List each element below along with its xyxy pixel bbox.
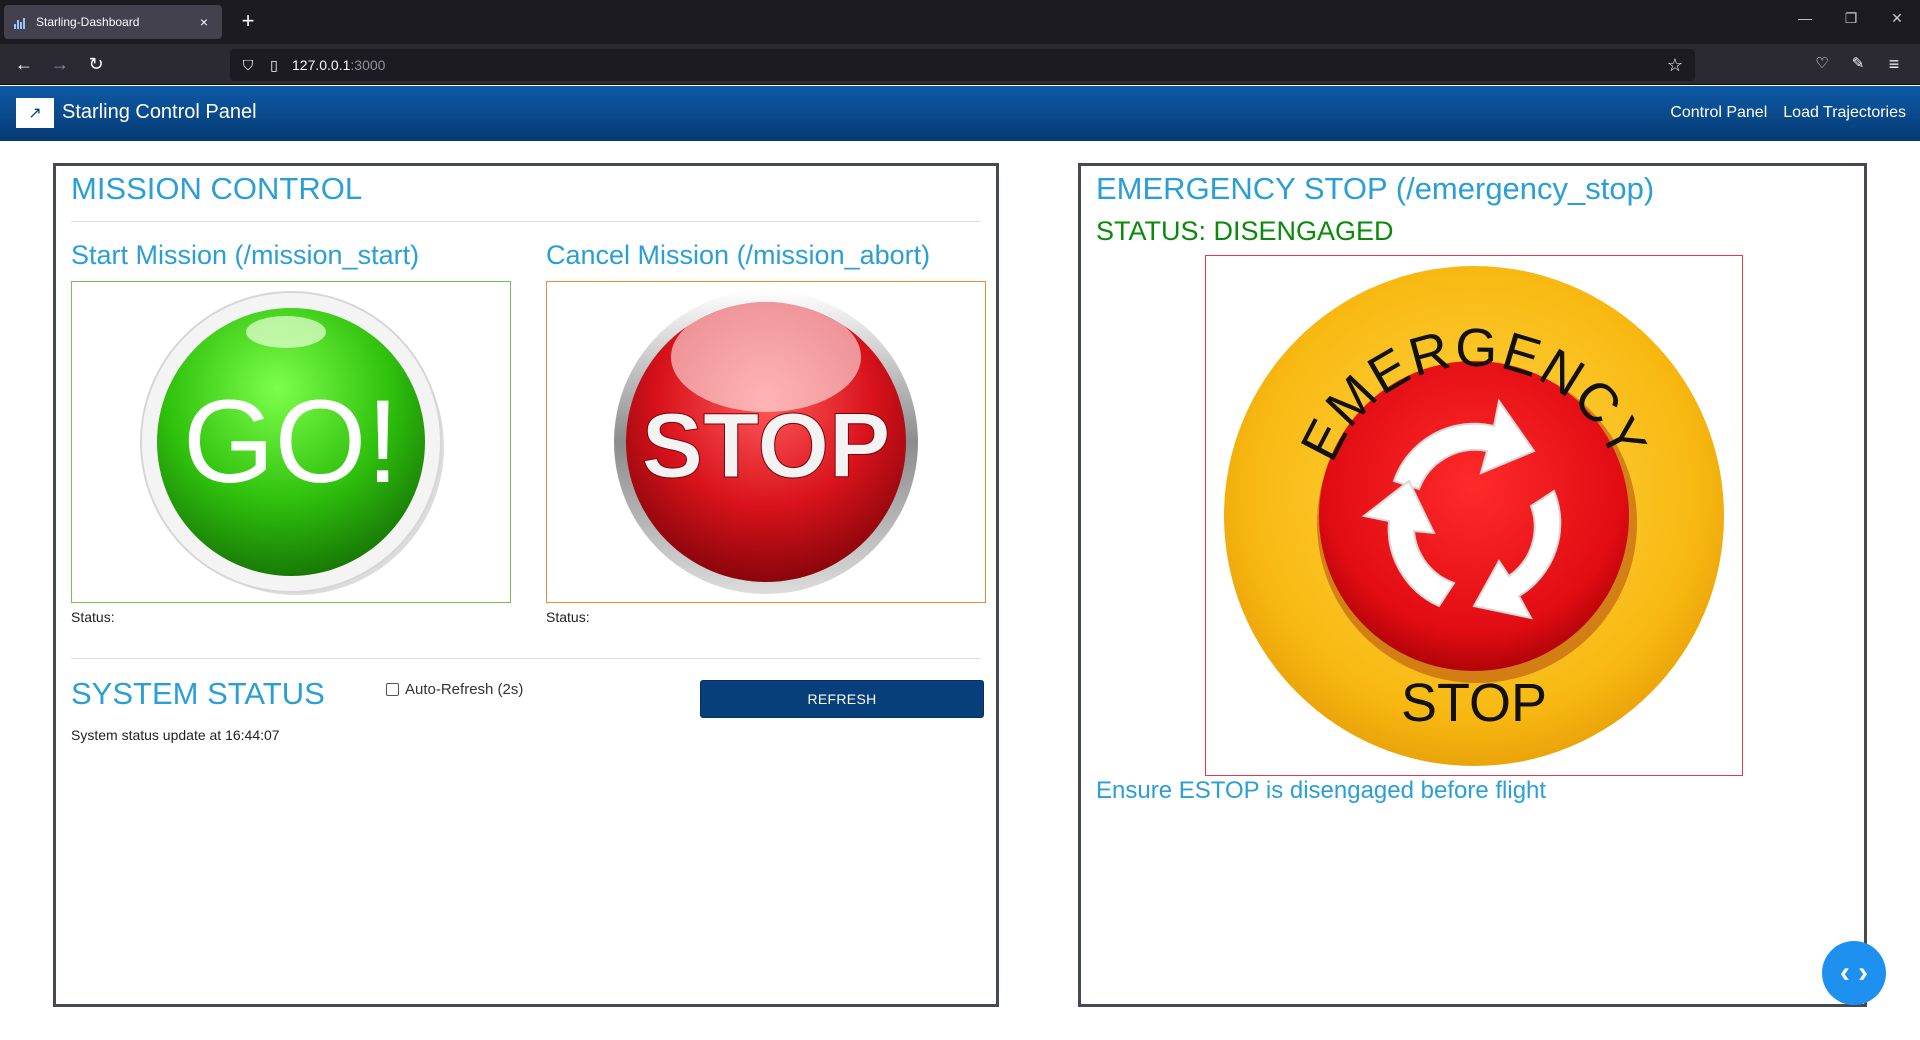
browser-tab-bar: Starling-Dashboard × + — ❐ ✕ bbox=[0, 0, 1920, 44]
forward-icon[interactable]: → bbox=[48, 53, 72, 77]
back-icon[interactable]: ← bbox=[12, 53, 36, 77]
brand-title[interactable]: Starling Control Panel bbox=[62, 101, 257, 124]
code-brackets-icon: ‹ › bbox=[1839, 956, 1869, 989]
stop-circle-icon: STOP bbox=[614, 290, 918, 594]
refresh-button[interactable]: REFRESH bbox=[700, 680, 984, 718]
estop-status: STATUS: DISENGAGED bbox=[1096, 216, 1394, 246]
code-toggle-button[interactable]: ‹ › bbox=[1822, 941, 1886, 1005]
emergency-stop-title: EMERGENCY STOP (/emergency_stop) bbox=[1096, 171, 1655, 206]
menu-icon[interactable]: ≡ bbox=[1882, 53, 1906, 77]
header-nav: Control Panel Load Trajectories bbox=[1670, 104, 1906, 122]
emergency-stop-icon: EMERGENCY STOP bbox=[1224, 265, 1724, 766]
browser-nav-bar: ← → ↻ ⛉ ▯ 127.0.0.1 :3000 ☆ ♡ ✎ ≡ bbox=[0, 44, 1920, 85]
stop-button[interactable]: STOP bbox=[546, 281, 986, 603]
new-tab-button[interactable]: + bbox=[234, 8, 262, 36]
page-icon: ▯ bbox=[270, 56, 278, 73]
auto-refresh-label: Auto-Refresh (2s) bbox=[405, 681, 524, 698]
system-status-text: System status update at 16:44:07 bbox=[71, 727, 280, 743]
start-status-label: Status: bbox=[71, 609, 115, 625]
estop-note: Ensure ESTOP is disengaged before flight bbox=[1096, 777, 1547, 804]
cancel-mission-title: Cancel Mission (/mission_abort) bbox=[546, 240, 931, 270]
chart-favicon-icon bbox=[14, 15, 28, 29]
cancel-status-label: Status: bbox=[546, 609, 590, 625]
minimize-window-icon[interactable]: — bbox=[1790, 10, 1820, 26]
divider bbox=[71, 658, 981, 659]
stop-label: STOP bbox=[642, 395, 891, 497]
mission-control-panel: MISSION CONTROL Start Mission (/mission_… bbox=[53, 163, 999, 1007]
go-button[interactable]: GO! bbox=[71, 281, 511, 603]
starling-logo-icon[interactable]: ↗ bbox=[16, 98, 54, 128]
wrench-icon[interactable]: ✎ bbox=[1846, 53, 1870, 77]
stop-arc-label: STOP bbox=[1401, 673, 1547, 733]
reload-icon[interactable]: ↻ bbox=[84, 53, 108, 77]
star-icon[interactable]: ☆ bbox=[1667, 55, 1683, 76]
restore-window-icon[interactable]: ❐ bbox=[1836, 10, 1866, 27]
start-mission-title: Start Mission (/mission_start) bbox=[71, 240, 420, 270]
url-port: :3000 bbox=[350, 57, 386, 73]
auto-refresh-toggle[interactable]: Auto-Refresh (2s) bbox=[386, 681, 523, 698]
divider bbox=[71, 221, 981, 222]
go-circle-icon: GO! bbox=[140, 291, 444, 595]
app-header: ↗ Starling Control Panel Control Panel L… bbox=[0, 86, 1920, 141]
close-tab-icon[interactable]: × bbox=[196, 14, 212, 30]
url-host: 127.0.0.1 bbox=[292, 57, 351, 73]
pocket-icon[interactable]: ♡ bbox=[1810, 53, 1834, 77]
system-status-title: SYSTEM STATUS bbox=[71, 676, 325, 711]
emergency-stop-button[interactable]: EMERGENCY STOP bbox=[1205, 255, 1743, 776]
nav-control-panel[interactable]: Control Panel bbox=[1670, 104, 1767, 122]
mission-control-title: MISSION CONTROL bbox=[71, 171, 363, 206]
browser-tab[interactable]: Starling-Dashboard × bbox=[4, 5, 222, 39]
auto-refresh-checkbox[interactable] bbox=[386, 683, 399, 696]
close-window-icon[interactable]: ✕ bbox=[1882, 10, 1912, 27]
tab-title: Starling-Dashboard bbox=[36, 15, 140, 29]
shield-icon[interactable]: ⛉ bbox=[240, 57, 256, 74]
nav-load-trajectories[interactable]: Load Trajectories bbox=[1783, 104, 1906, 122]
url-bar[interactable]: ⛉ ▯ 127.0.0.1 :3000 ☆ bbox=[230, 49, 1695, 81]
go-label: GO! bbox=[183, 376, 399, 508]
emergency-stop-panel: EMERGENCY STOP (/emergency_stop) STATUS:… bbox=[1078, 163, 1867, 1007]
